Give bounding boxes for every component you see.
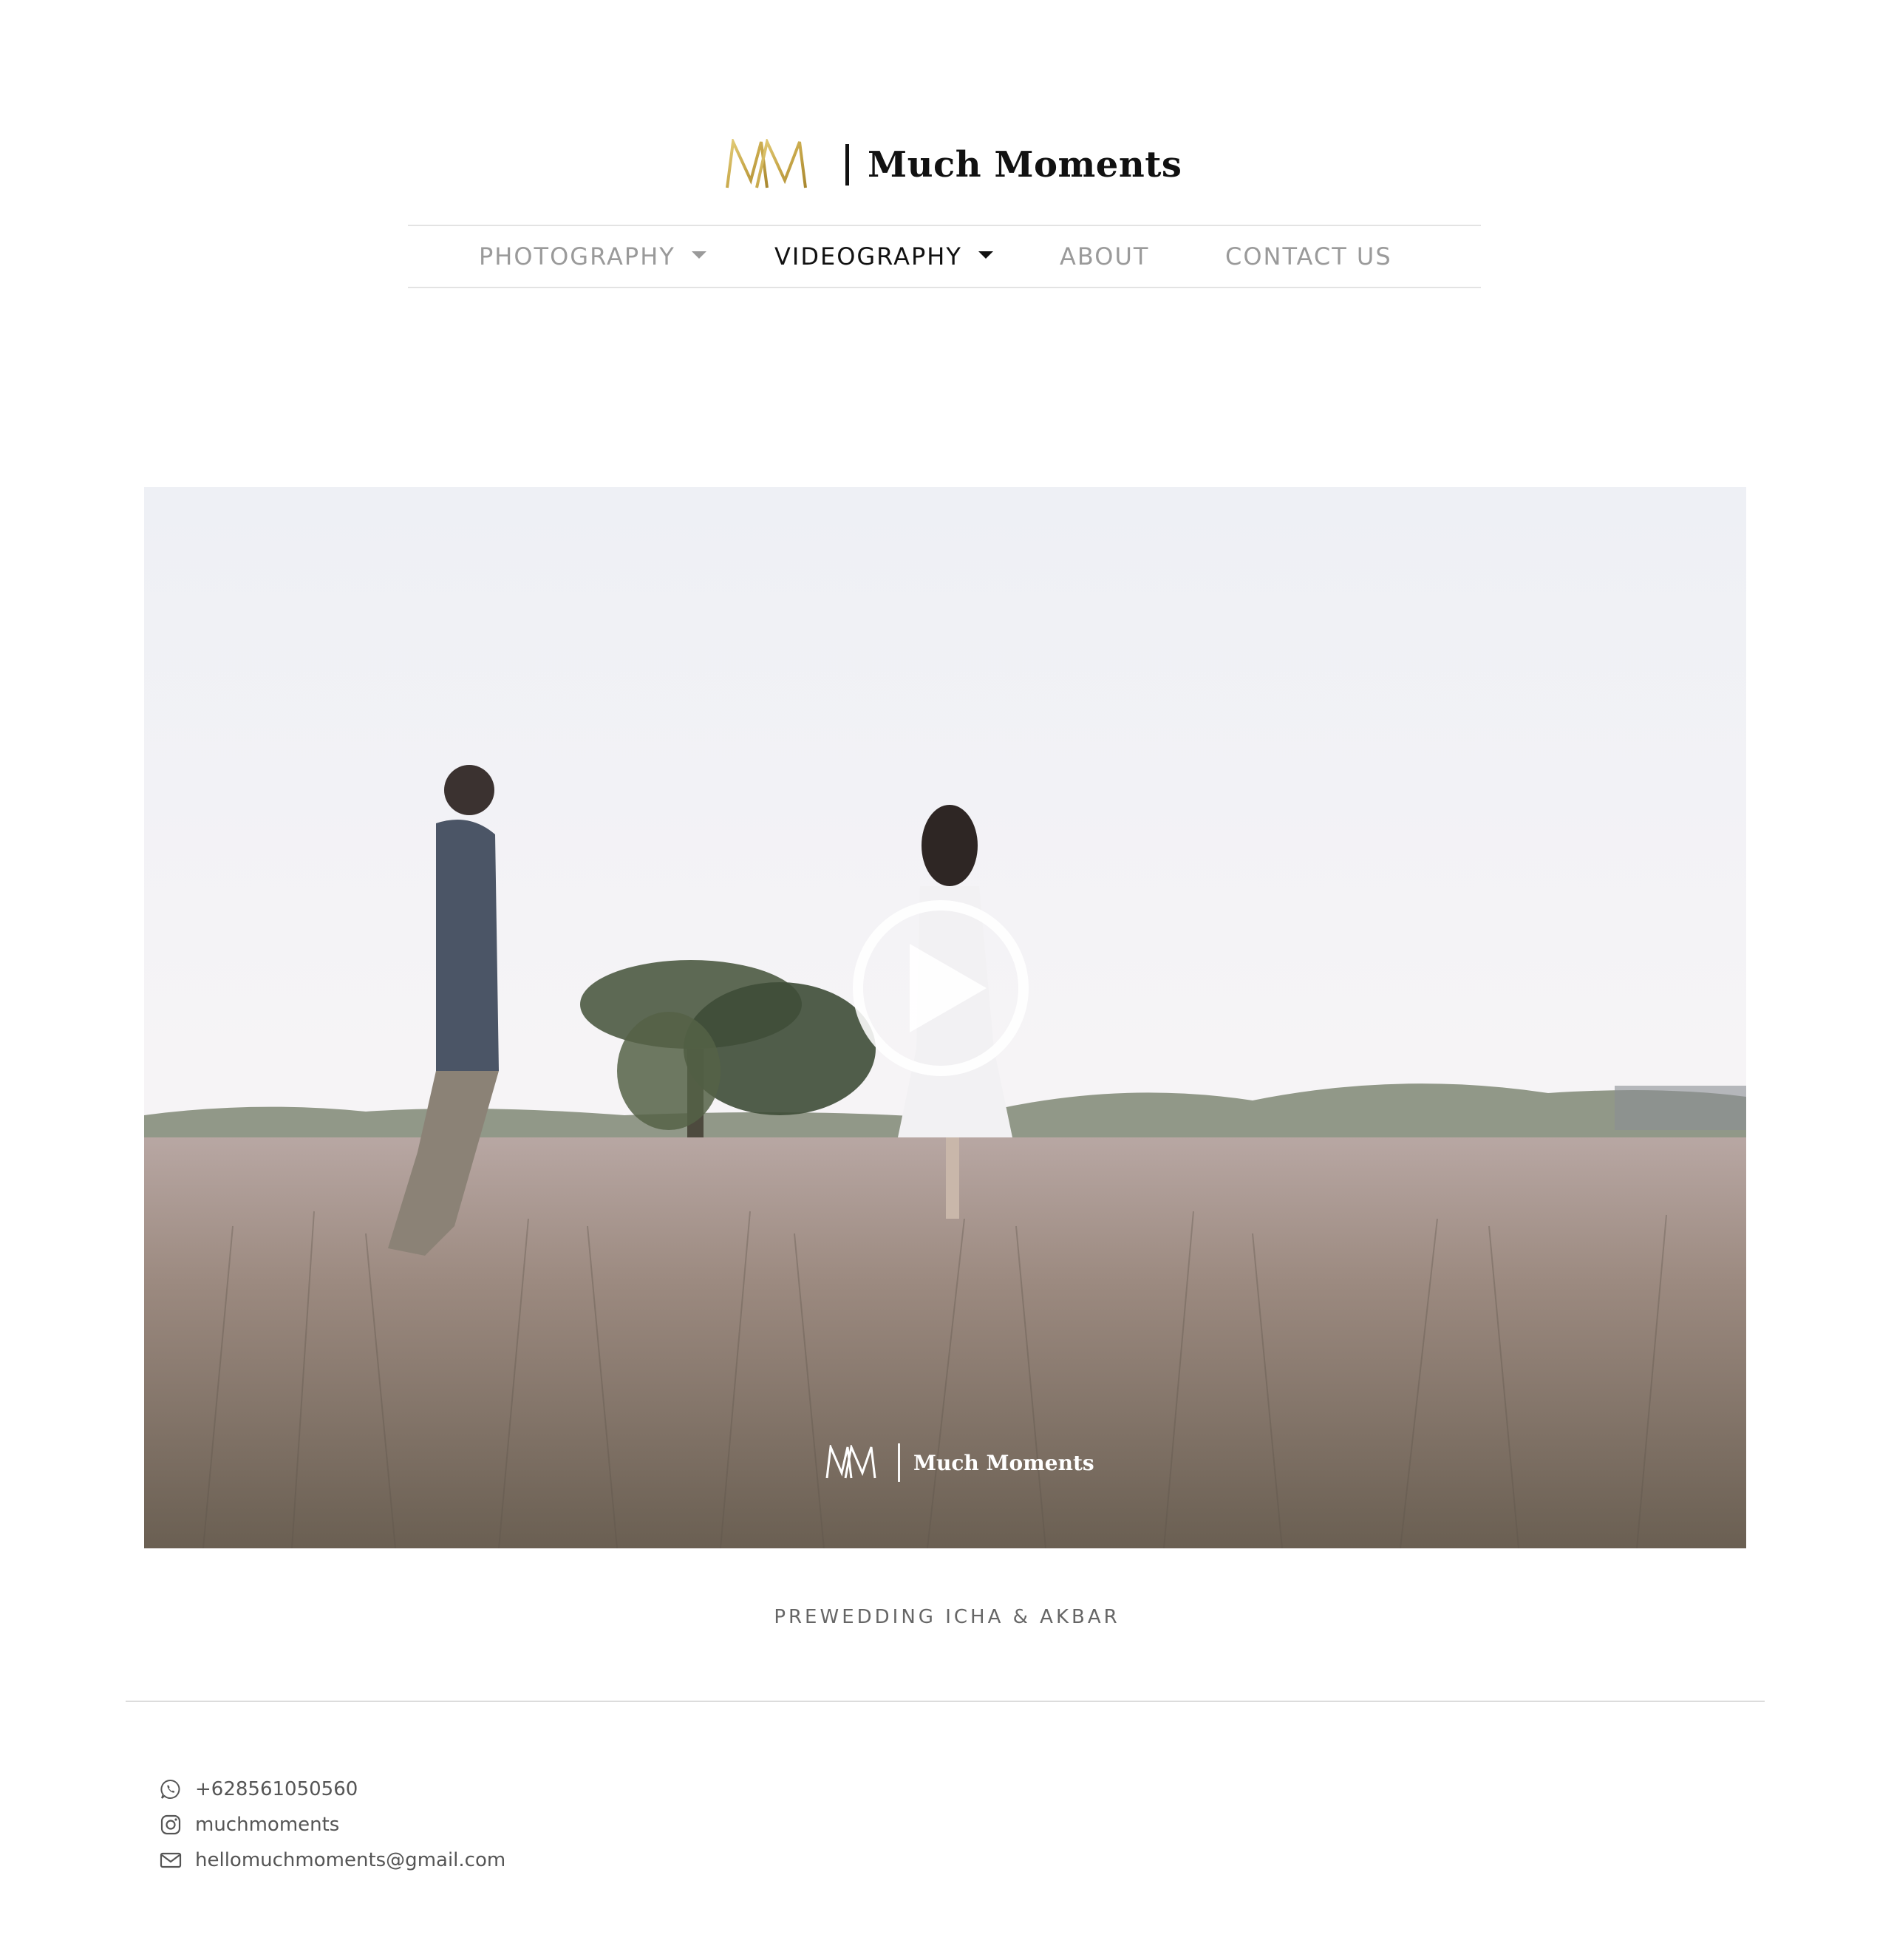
caret-down-icon [691, 251, 706, 259]
whatsapp-icon [160, 1779, 180, 1799]
nav-videography-label: VIDEOGRAPHY [774, 242, 962, 270]
watermark-divider [898, 1443, 900, 1482]
logo-divider [845, 144, 849, 186]
instagram-icon [160, 1814, 181, 1835]
mail-icon [160, 1852, 182, 1868]
contact-instagram[interactable]: muchmoments [160, 1814, 339, 1836]
site-logo[interactable]: Much Moments [723, 137, 1182, 193]
email-text: hellomuchmoments@gmail.com [195, 1849, 506, 1871]
caret-down-icon [978, 251, 993, 259]
contact-email[interactable]: hellomuchmoments@gmail.com [160, 1849, 505, 1871]
nav-about-label: ABOUT [1060, 242, 1150, 270]
nav-photography[interactable]: PHOTOGRAPHY [479, 226, 706, 287]
video-caption: PREWEDDING ICHA & AKBAR [774, 1606, 1120, 1628]
nav-videography[interactable]: VIDEOGRAPHY [774, 226, 993, 287]
instagram-text: muchmoments [195, 1814, 340, 1836]
watermark-text: Much Moments [913, 1450, 1094, 1475]
contact-phone[interactable]: +628561050560 [160, 1778, 358, 1800]
nav-about[interactable]: ABOUT [1060, 226, 1149, 287]
nav-contact-us[interactable]: CONTACT US [1225, 226, 1392, 287]
brand-name: Much Moments [868, 144, 1182, 186]
video-player[interactable]: Much Moments [144, 487, 1746, 1548]
mm-monogram-icon [724, 139, 810, 189]
footer-divider [126, 1701, 1765, 1702]
mm-monogram-icon [825, 1445, 876, 1479]
main-nav: PHOTOGRAPHY VIDEOGRAPHY ABOUT CONTACT US [408, 225, 1481, 288]
nav-contact-label: CONTACT US [1225, 242, 1392, 270]
video-watermark: Much Moments [824, 1440, 1094, 1485]
phone-text: +628561050560 [195, 1778, 358, 1800]
nav-photography-label: PHOTOGRAPHY [479, 242, 675, 270]
play-circle-icon[interactable] [852, 899, 1029, 1077]
